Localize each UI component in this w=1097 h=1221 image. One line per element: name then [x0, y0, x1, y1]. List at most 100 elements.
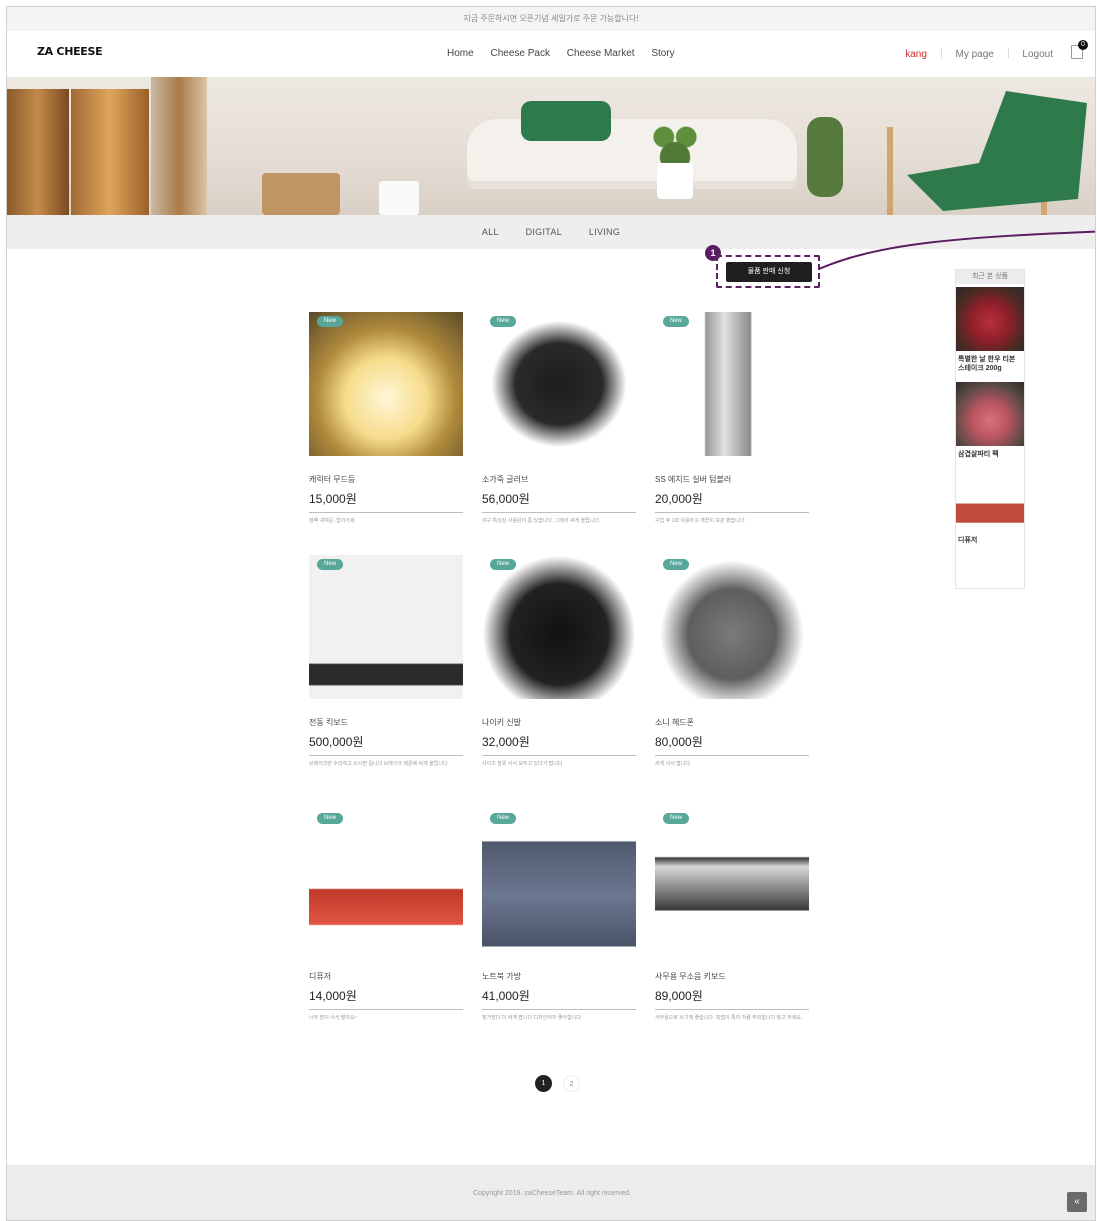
- banner-cabinet-graphic: [151, 77, 207, 215]
- scroll-top-button[interactable]: «: [1067, 1192, 1087, 1212]
- tab-living[interactable]: LIVING: [589, 227, 620, 237]
- product-image[interactable]: New: [655, 809, 809, 953]
- user-menu: kang My page Logout: [905, 48, 1053, 60]
- product-price: 20,000원: [655, 490, 809, 513]
- product-name[interactable]: 사무용 무소음 키보드: [655, 971, 809, 982]
- product-desc: 야구 특성상 사용감이 좀 있습니다. 그래서 싸게 올립니다.: [482, 518, 601, 524]
- new-badge: New: [490, 813, 516, 824]
- product-image[interactable]: New: [482, 555, 636, 699]
- product-name[interactable]: 디퓨저: [309, 971, 463, 982]
- product-image[interactable]: New: [655, 312, 809, 456]
- menu-cheese-market[interactable]: Cheese Market: [567, 48, 635, 59]
- product-card[interactable]: New 소니 헤드폰 80,000원 싸게 사서 팝니다.: [655, 555, 809, 768]
- banner-cabinet-graphic: [7, 89, 69, 215]
- recent-item-label[interactable]: 디퓨저: [956, 532, 1024, 551]
- banner-plant-graphic: [647, 117, 703, 167]
- divider: [940, 48, 942, 58]
- banner-basket-graphic: [262, 173, 340, 215]
- product-price: 56,000원: [482, 490, 636, 513]
- tab-digital[interactable]: DIGITAL: [526, 227, 562, 237]
- product-image[interactable]: New: [482, 312, 636, 456]
- product-desc: 너무 많이 사서 팔아요~: [309, 1015, 358, 1021]
- product-price: 32,000원: [482, 733, 636, 756]
- product-card[interactable]: New 노트북 가방 41,000원 짐가방다 더 싸게 팝니다 디자인까지 좋…: [482, 809, 636, 1022]
- product-desc: 싸게 사서 팝니다.: [655, 761, 692, 767]
- banner-pot-graphic: [657, 163, 693, 199]
- new-badge: New: [490, 316, 516, 327]
- product-name[interactable]: 노트북 가방: [482, 971, 636, 982]
- recent-item-label[interactable]: 삼겹살파티 팩: [956, 446, 1024, 465]
- new-badge: New: [663, 559, 689, 570]
- divider: [1007, 48, 1009, 58]
- new-badge: New: [663, 813, 689, 824]
- product-desc: 브레이크만 수리하고 쓰시면 됩니다 브레이크 때문에 싸게 올립니다: [309, 761, 448, 767]
- new-badge: New: [663, 316, 689, 327]
- recent-viewed-panel: 최근 본 상품 특별한 날 한우 티본 스테이크 200g 삼겹살파티 팩 디퓨…: [955, 269, 1025, 589]
- product-name[interactable]: 전동 킥보드: [309, 717, 463, 728]
- product-card[interactable]: New 사무용 무소음 키보드 89,000원 사무용으로 쓰기에 좋습니다. …: [655, 809, 809, 1022]
- product-desc: 짐가방다 더 싸게 팝니다 디자인까지 좋아합니다: [482, 1015, 581, 1021]
- new-badge: New: [490, 559, 516, 570]
- product-image[interactable]: New: [482, 809, 636, 953]
- product-desc: 사이즈 잘못 사서 보두고 있다가 팝니다: [482, 761, 563, 767]
- product-price: 15,000원: [309, 490, 463, 513]
- product-card[interactable]: New SS 에치드 실버 텀블러 20,000원 구입 후 1회 사용하고 깨…: [655, 312, 809, 525]
- product-name[interactable]: 소니 헤드폰: [655, 717, 809, 728]
- header: ZA CHEESE Home Cheese Pack Cheese Market…: [7, 31, 1095, 77]
- sell-apply-button[interactable]: 물품 판매 신청: [726, 262, 812, 282]
- product-name[interactable]: SS 에치드 실버 텀블러: [655, 474, 809, 485]
- copyright-text: Copyright 2019. zaCheeseTeam. All right …: [473, 1190, 631, 1197]
- product-image[interactable]: New: [309, 555, 463, 699]
- product-desc: 사무용으로 쓰기에 좋습니다. 직접이 특히 저렴 주의합니다 참고 하세요.: [655, 1015, 803, 1021]
- site-logo[interactable]: ZA CHEESE: [37, 45, 103, 58]
- product-price: 80,000원: [655, 733, 809, 756]
- product-card[interactable]: New 소가죽 글러브 56,000원 야구 특성상 사용감이 좀 있습니다. …: [482, 312, 636, 525]
- new-badge: New: [317, 316, 343, 327]
- hero-banner: [7, 77, 1095, 215]
- menu-home[interactable]: Home: [447, 48, 474, 59]
- product-image[interactable]: New: [309, 312, 463, 456]
- product-name[interactable]: 소가죽 글러브: [482, 474, 636, 485]
- product-price: 89,000원: [655, 987, 809, 1010]
- product-price: 14,000원: [309, 987, 463, 1010]
- page-1-button[interactable]: 1: [535, 1075, 552, 1092]
- banner-cabinet-graphic: [71, 89, 149, 215]
- product-card[interactable]: New 캐릭터 무드등 15,000원 컴팩 귀여운, 업어가세: [309, 312, 463, 525]
- banner-sofa-graphic: [467, 119, 797, 189]
- top-notice: 지금 주문하시면 오픈기념 세일가로 주문 가능합니다!: [7, 7, 1095, 31]
- recent-item-label[interactable]: 특별한 날 한우 티본 스테이크 200g: [956, 351, 1024, 379]
- logo-text: ZA CHEESE: [37, 45, 103, 58]
- annotation-callout-line: [819, 230, 1095, 270]
- product-price: 500,000원: [309, 733, 463, 756]
- product-card[interactable]: New 전동 킥보드 500,000원 브레이크만 수리하고 쓰시면 됩니다 브…: [309, 555, 463, 768]
- page-frame: 지금 주문하시면 오픈기념 세일가로 주문 가능합니다! ZA CHEESE H…: [6, 6, 1096, 1221]
- logout-link[interactable]: Logout: [1022, 49, 1053, 60]
- product-name[interactable]: 캐릭터 무드등: [309, 474, 463, 485]
- recent-viewed-title: 최근 본 상품: [956, 270, 1024, 284]
- footer: Copyright 2019. zaCheeseTeam. All right …: [7, 1165, 1095, 1220]
- menu-story[interactable]: Story: [651, 48, 674, 59]
- banner-pillow-graphic: [521, 101, 611, 141]
- product-image[interactable]: New: [309, 809, 463, 953]
- new-badge: New: [317, 559, 343, 570]
- banner-vase-graphic: [379, 181, 419, 215]
- tab-all[interactable]: ALL: [482, 227, 499, 237]
- recent-thumb-diffuser[interactable]: [956, 468, 1024, 532]
- product-image[interactable]: New: [655, 555, 809, 699]
- cart-icon[interactable]: 0: [1071, 40, 1088, 59]
- product-price: 41,000원: [482, 987, 636, 1010]
- cart-count-badge: 0: [1078, 40, 1088, 50]
- product-name[interactable]: 나이키 신발: [482, 717, 636, 728]
- menu-cheese-pack[interactable]: Cheese Pack: [490, 48, 549, 59]
- mypage-link[interactable]: My page: [955, 49, 993, 60]
- annotation-highlight-box: 물품 판매 신청: [716, 255, 820, 288]
- recent-thumb-steak[interactable]: [956, 287, 1024, 351]
- recent-thumb-pork[interactable]: [956, 382, 1024, 446]
- product-card[interactable]: New 나이키 신발 32,000원 사이즈 잘못 사서 보두고 있다가 팝니다: [482, 555, 636, 768]
- user-name[interactable]: kang: [905, 49, 927, 60]
- page-2-button[interactable]: 2: [563, 1075, 580, 1092]
- banner-cactus-graphic: [807, 117, 843, 197]
- product-desc: 구입 후 1회 사용하고 깨끗이 보관 했습니다.: [655, 518, 746, 524]
- product-desc: 컴팩 귀여운, 업어가세: [309, 518, 355, 524]
- product-card[interactable]: New 디퓨저 14,000원 너무 많이 사서 팔아요~: [309, 809, 463, 1022]
